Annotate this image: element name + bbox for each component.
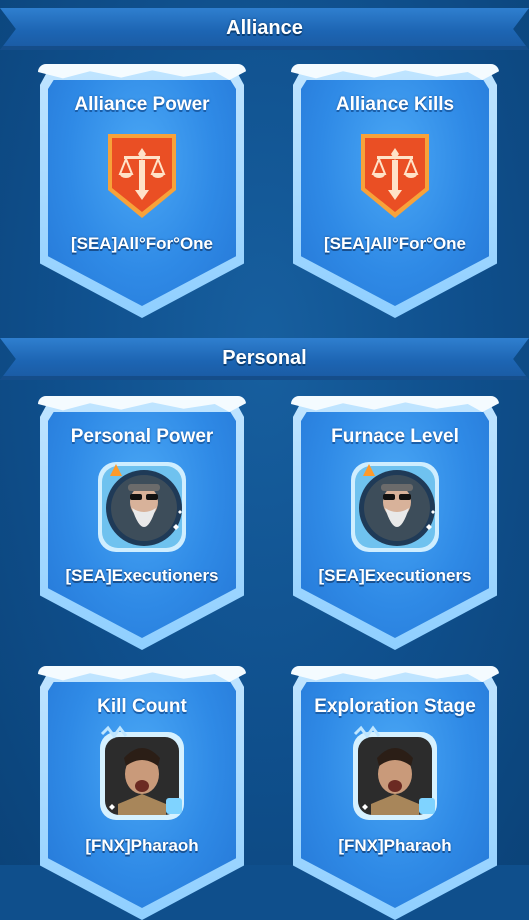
card-furnace-level[interactable]: Furnace Level [SEA]Executioners bbox=[291, 396, 499, 650]
player-portrait bbox=[351, 462, 439, 552]
alliance-name: [SEA]All°For°One bbox=[323, 234, 467, 253]
card-title: Personal Power bbox=[70, 426, 214, 447]
card-alliance-kills[interactable]: Alliance Kills [SEA]All°For°One bbox=[291, 64, 499, 318]
card-personal-power[interactable]: Personal Power [SEA]Executioners bbox=[38, 396, 246, 650]
card-title: Exploration Stage bbox=[314, 696, 476, 717]
section-header-alliance: Alliance bbox=[0, 8, 529, 50]
player-name: [SEA]Executioners bbox=[318, 566, 472, 585]
player-portrait bbox=[98, 462, 186, 552]
section-header-personal: Personal bbox=[0, 338, 529, 380]
section-title-personal: Personal bbox=[222, 347, 307, 369]
player-name: [FNX]Pharaoh bbox=[85, 836, 199, 855]
alliance-shield-icon bbox=[108, 134, 176, 218]
card-title: Kill Count bbox=[97, 696, 187, 717]
player-name: [FNX]Pharaoh bbox=[338, 836, 452, 855]
alliance-shield-icon bbox=[361, 134, 429, 218]
section-title-alliance: Alliance bbox=[226, 17, 303, 39]
player-name: [SEA]Executioners bbox=[65, 566, 219, 585]
card-alliance-power[interactable]: Alliance Power [SEA]All°For°One bbox=[38, 64, 246, 318]
card-title: Alliance Power bbox=[74, 94, 210, 115]
card-kill-count[interactable]: Kill Count [FNX]Pharaoh bbox=[38, 666, 246, 920]
player-portrait bbox=[353, 725, 437, 820]
card-title: Furnace Level bbox=[331, 426, 459, 447]
player-portrait bbox=[100, 725, 184, 820]
card-exploration-stage[interactable]: Exploration Stage [FNX]Pharaoh bbox=[291, 666, 499, 920]
alliance-name: [SEA]All°For°One bbox=[70, 234, 214, 253]
card-title: Alliance Kills bbox=[335, 94, 455, 115]
